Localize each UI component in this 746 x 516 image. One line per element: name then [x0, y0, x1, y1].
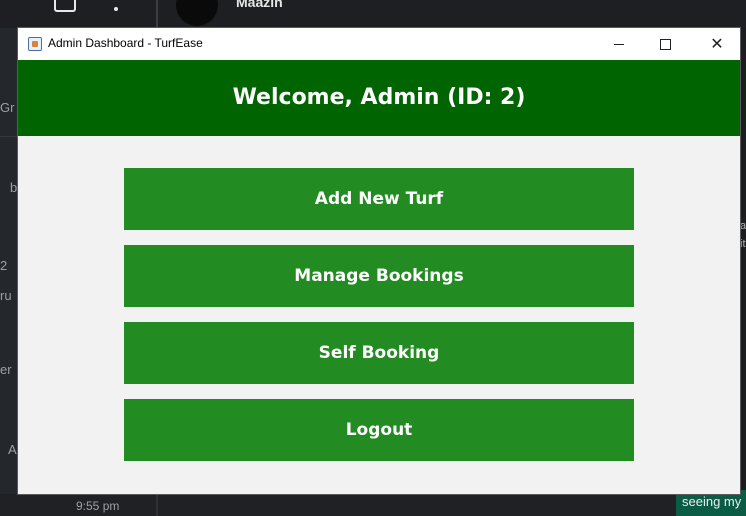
minimize-button[interactable] — [596, 28, 642, 60]
chat-list-fragment: Gr — [0, 100, 15, 115]
welcome-title: Welcome, Admin (ID: 2) — [232, 85, 526, 110]
add-new-turf-button[interactable]: Add New Turf — [124, 168, 634, 230]
chat-list-fragment: b — [10, 180, 18, 195]
actions-panel: Add New Turf Manage Bookings Self Bookin… — [18, 136, 740, 494]
chat-pane-fragment: a — [740, 220, 746, 232]
background-divider — [156, 0, 158, 28]
menu-dot-icon[interactable] — [114, 7, 118, 11]
java-app-icon — [28, 37, 42, 51]
close-button[interactable]: ✕ — [694, 28, 740, 60]
welcome-header: Welcome, Admin (ID: 2) — [18, 60, 740, 136]
self-booking-button[interactable]: Self Booking — [124, 322, 634, 384]
desktop-screen: Maazin Gr b 2 ru er A a it 9:55 pm seein… — [0, 0, 746, 516]
chat-pane-fragment: it — [740, 238, 746, 250]
manage-bookings-button[interactable]: Manage Bookings — [124, 245, 634, 307]
maximize-icon — [660, 39, 671, 50]
window-title: Admin Dashboard - TurfEase — [48, 36, 203, 50]
new-chat-icon[interactable] — [54, 0, 76, 12]
contact-name: Maazin — [236, 0, 283, 10]
background-chat-header — [0, 0, 746, 28]
chat-list-fragment: 2 — [0, 258, 8, 273]
close-icon: ✕ — [710, 34, 724, 53]
admin-dashboard-window: Admin Dashboard - TurfEase ✕ Welcome, Ad… — [18, 28, 740, 494]
window-titlebar[interactable]: Admin Dashboard - TurfEase ✕ — [18, 28, 740, 60]
minimize-icon — [614, 44, 624, 45]
maximize-button[interactable] — [642, 28, 688, 60]
background-divider — [156, 494, 158, 516]
chat-list-divider — [0, 136, 18, 137]
chat-list-fragment: ru — [0, 288, 12, 303]
chat-list-fragment: er — [0, 362, 12, 377]
chat-list-fragment: A — [8, 442, 17, 457]
message-time: 9:55 pm — [76, 499, 120, 513]
background-chat-pane — [740, 28, 746, 516]
logout-button[interactable]: Logout — [124, 399, 634, 461]
